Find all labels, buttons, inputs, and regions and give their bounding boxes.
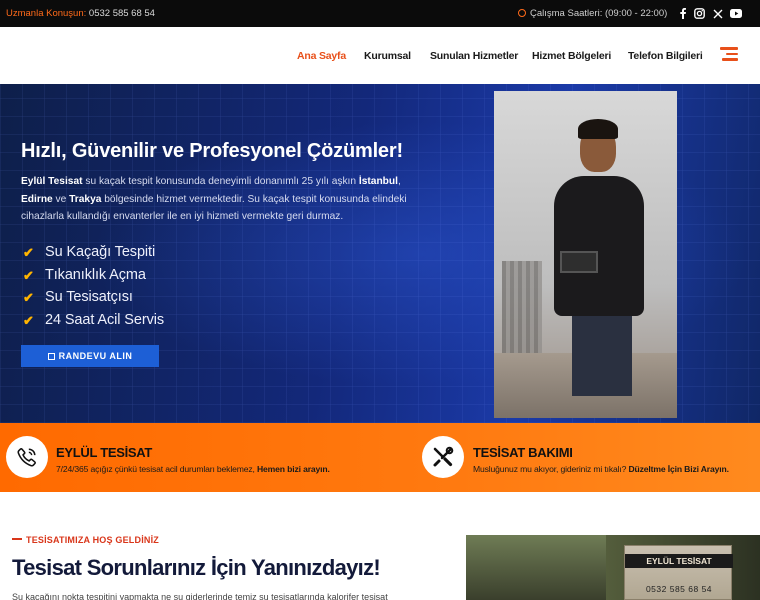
band-card-text-bold: Hemen bizi arayın. (256, 464, 330, 474)
workshop-photo (466, 535, 606, 600)
dash-decoration (12, 538, 22, 540)
contact-info[interactable]: Uzmanla Konuşun: 0532 585 68 54 (6, 8, 155, 19)
band-card-title: TESİSAT BAKIMI (473, 445, 573, 460)
x-icon[interactable] (711, 7, 724, 20)
appointment-button-label: RANDEVU ALIN (58, 351, 133, 361)
check-icon: ✔ (23, 267, 34, 283)
promo-image: EYLÜL TESİSAT 0532 585 68 54 (466, 535, 760, 600)
welcome-tag: TESİSATIMIZA HOŞ GELDİNİZ (12, 535, 159, 545)
appointment-button[interactable]: RANDEVU ALIN (21, 345, 159, 367)
band-card-text-normal: Musluğunuz mu akıyor, gideriniz mi tıkal… (473, 464, 629, 474)
phone-icon (6, 436, 48, 478)
hero-title: Hızlı, Güvenilir ve Profesyonel Çözümler… (21, 140, 403, 162)
hero-section: Hızlı, Güvenilir ve Profesyonel Çözümler… (0, 84, 760, 423)
band-card-text-normal: 7/24/365 açığız çünkü tesisat acil durum… (56, 464, 257, 474)
service-checklist: ✔ Su Kaçağı Tespiti ✔ Tıkanıklık Açma ✔ Su … (23, 244, 164, 334)
list-item: ✔ Su Tesisatçısı (23, 289, 164, 312)
hero-desc-brand: Eylül Tesisat (21, 176, 83, 187)
check-icon: ✔ (23, 312, 34, 328)
list-item-label: 24 Saat Acil Servis (45, 311, 164, 328)
sign-phone: 0532 585 68 54 (645, 584, 713, 594)
company-sign: EYLÜL TESİSAT 0532 585 68 54 (624, 545, 733, 600)
technician-photo (494, 91, 677, 418)
top-bar: Uzmanla Konuşun: 0532 585 68 54 Çalışma … (0, 0, 760, 27)
list-item: ✔ Tıkanıklık Açma (23, 267, 164, 290)
check-icon: ✔ (23, 290, 34, 305)
leak-detector-device (560, 251, 598, 273)
band-card-text-bold: Düzeltme İçin Bizi Arayın. (628, 464, 729, 474)
hero-desc-city: İstanbul (358, 176, 398, 187)
facebook-icon[interactable] (676, 7, 689, 20)
list-item-label: Su Kaçağı Tespiti (45, 244, 156, 260)
calendar-icon (47, 352, 55, 360)
working-hours: Çalışma Saatleri: (09:00 - 22:00) (518, 8, 667, 19)
contact-phone[interactable]: 0532 585 68 54 (89, 8, 155, 19)
hero-desc-sep: , (397, 176, 401, 187)
list-item: ✔ 24 Saat Acil Servis (23, 312, 164, 335)
hero-desc-city: Edirne (21, 193, 53, 205)
hero-description: Eylül Tesisat su kaçak tespit konusunda … (21, 173, 431, 226)
list-item-label: Tıkanıklık Açma (45, 266, 146, 283)
hamburger-menu-icon[interactable] (720, 47, 738, 61)
nav-item-kurumsal[interactable]: Kurumsal (364, 50, 411, 62)
feature-band: EYLÜL TESİSAT 7/24/365 açığız çünkü tesi… (0, 423, 760, 492)
clock-icon (518, 9, 526, 17)
band-card-title: EYLÜL TESİSAT (56, 445, 153, 460)
hero-desc-city: Trakya (69, 193, 102, 205)
welcome-tag-text: TESİSATIMIZA HOŞ GELDİNİZ (26, 535, 159, 545)
nav-item-telefon-bilgileri[interactable]: Telefon Bilgileri (628, 50, 703, 62)
hero-desc-and: ve (52, 193, 70, 205)
list-item-label: Su Tesisatçısı (45, 289, 133, 305)
nav-item-sunulan-hizmetler[interactable]: Sunulan Hizmetler (430, 50, 518, 62)
check-icon: ✔ (23, 245, 34, 260)
nav-item-ana-sayfa[interactable]: Ana Sayfa (297, 50, 346, 62)
band-card-text: 7/24/365 açığız çünkü tesisat acil durum… (56, 464, 330, 474)
main-navigation: Ana Sayfa Kurumsal Sunulan Hizmetler Hiz… (0, 27, 760, 84)
tools-icon (422, 436, 464, 478)
band-card-text: Musluğunuz mu akıyor, gideriniz mi tıkal… (473, 464, 729, 474)
contact-label: Uzmanla Konuşun: (6, 8, 87, 19)
welcome-body: Su kaçağını nokta tespitini yapmakta ne … (12, 592, 388, 600)
youtube-icon[interactable] (729, 7, 742, 20)
instagram-icon[interactable] (693, 7, 706, 20)
hero-desc-text: su kaçak tespit konusunda deneyimli dona… (82, 176, 359, 187)
welcome-title: Tesisat Sorunlarınız İçin Yanınızdayız! (12, 555, 381, 580)
sign-company-name: EYLÜL TESİSAT (625, 554, 733, 568)
list-item: ✔ Su Kaçağı Tespiti (23, 244, 164, 267)
nav-item-hizmet-bolgeleri[interactable]: Hizmet Bölgeleri (532, 50, 611, 62)
working-hours-text: Çalışma Saatleri: (09:00 - 22:00) (530, 8, 668, 19)
